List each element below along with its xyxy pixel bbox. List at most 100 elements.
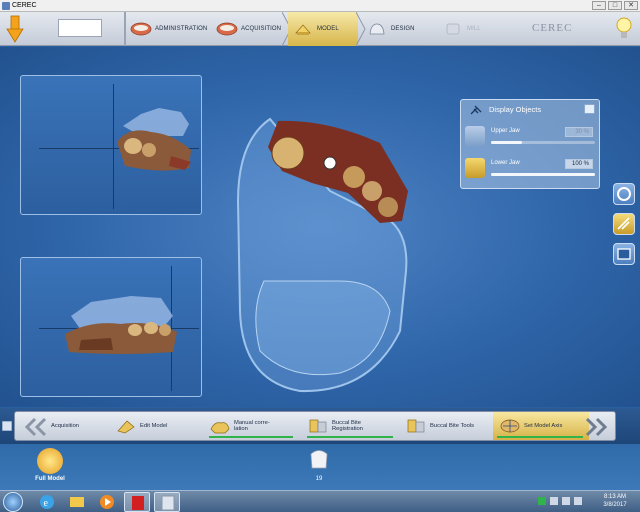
- close-button[interactable]: ✕: [624, 1, 638, 10]
- workflow-bar: Acquisition Edit Model Manual corre- lat…: [0, 408, 640, 444]
- rotate-view-icon: [617, 187, 631, 201]
- start-button[interactable]: [3, 492, 23, 512]
- tab-mill: MILL: [442, 12, 502, 46]
- screenshot-button[interactable]: [613, 243, 635, 265]
- full-model-label: Full Model: [35, 476, 65, 482]
- model-workspace[interactable]: Display Objects Upper Jaw 30 % Lower Jaw…: [0, 47, 640, 407]
- side-view-panel[interactable]: [20, 75, 202, 215]
- workflow-step-manual-correlation[interactable]: Manual corre- lation: [205, 412, 299, 440]
- screenshot-icon: [617, 248, 631, 260]
- collapse-panel-button[interactable]: [584, 104, 595, 114]
- 3d-model-view[interactable]: [230, 111, 420, 401]
- lower-jaw-opacity-slider[interactable]: [491, 173, 595, 176]
- upper-jaw-opacity-value[interactable]: 30 %: [565, 127, 593, 137]
- step-complete-indicator: [307, 436, 393, 438]
- cerec-app-icon: [2, 2, 10, 10]
- minimize-button[interactable]: –: [592, 1, 606, 10]
- workflow-pin-toggle[interactable]: [2, 421, 12, 431]
- tooth-19-button[interactable]: 19: [304, 448, 334, 488]
- front-view-panel[interactable]: [20, 257, 202, 397]
- volume-tray-icon[interactable]: [574, 497, 582, 505]
- tab-administration-label: ADMINISTRATION: [155, 26, 208, 32]
- clock-date: 3/8/2017: [603, 502, 627, 508]
- lower-jaw-label: Lower Jaw: [491, 160, 520, 166]
- buccal-bite-registration-icon: [309, 419, 327, 433]
- nav-divider: [124, 12, 126, 46]
- chevron-right-icon: [356, 12, 366, 46]
- jaw-front-view-image: [65, 296, 177, 354]
- workflow-step-acquisition-label: Acquisition: [51, 423, 80, 429]
- window-title: CEREC: [12, 2, 37, 9]
- workflow-step-set-model-axis[interactable]: Set Model Axis: [493, 412, 589, 440]
- upper-jaw-opacity-slider[interactable]: [491, 141, 595, 144]
- maximize-button[interactable]: □: [608, 1, 622, 10]
- design-icon: [369, 23, 385, 35]
- workflow-step-buccal-bite-registration[interactable]: Buccal Bite Registration: [303, 412, 399, 440]
- jaw-side-view-image: [117, 108, 191, 171]
- tab-design[interactable]: DESIGN: [366, 12, 426, 46]
- pin-icon[interactable]: [469, 104, 483, 116]
- full-model-button[interactable]: Full Model: [33, 446, 67, 488]
- tab-acquisition[interactable]: ACQUISITION: [216, 12, 282, 46]
- tab-mill-label: MILL: [467, 26, 481, 32]
- patient-name-field[interactable]: [58, 19, 102, 37]
- rotate-view-button[interactable]: [613, 183, 635, 205]
- explorer-icon[interactable]: [64, 492, 90, 512]
- workflow-step-edit-model[interactable]: Edit Model: [111, 412, 203, 440]
- phase-navigation-bar: ADMINISTRATION ACQUISITION MODEL DESIGN …: [0, 12, 640, 46]
- window-controls: – □ ✕: [592, 1, 638, 10]
- lower-jaw-icon[interactable]: [465, 158, 485, 178]
- pdf-glyph: [132, 496, 144, 510]
- manual-correlation-icon: [210, 422, 230, 434]
- edit-model-icon: [117, 420, 135, 434]
- administration-icon: [130, 22, 152, 36]
- tab-administration[interactable]: ADMINISTRATION: [130, 12, 210, 46]
- workflow-step-buccal-bite-tools-label: Buccal Bite Tools: [430, 423, 475, 429]
- tooth-icon: [310, 450, 328, 469]
- svg-text:e: e: [44, 498, 49, 509]
- signal-tray-icon[interactable]: [562, 497, 570, 505]
- workflow-step-edit-model-label: Edit Model: [140, 423, 168, 429]
- ie-icon[interactable]: e: [34, 492, 60, 512]
- lightbulb-icon[interactable]: [616, 16, 632, 42]
- flag-tray-icon[interactable]: [550, 497, 558, 505]
- pdf-reader-icon[interactable]: [124, 492, 150, 512]
- tab-design-label: DESIGN: [391, 26, 415, 32]
- workflow-step-acquisition[interactable]: Acquisition: [51, 412, 111, 440]
- mill-icon: [446, 23, 460, 35]
- network-tray-icon[interactable]: [538, 497, 546, 505]
- next-step-button[interactable]: [583, 417, 611, 437]
- workflow-step-manual-correlation-label: Manual corre- lation: [234, 420, 270, 432]
- upper-jaw-row[interactable]: Upper Jaw 30 %: [465, 126, 597, 152]
- previous-step-button[interactable]: [21, 417, 49, 437]
- lower-jaw-opacity-value[interactable]: 100 %: [565, 159, 593, 169]
- buccal-bite-tools-icon: [407, 419, 425, 433]
- clock-time: 8:13 AM: [603, 494, 626, 500]
- model-icon: [295, 24, 311, 35]
- windows-taskbar: e 8:13 AM 3/8/2017: [0, 490, 640, 512]
- workflow-step-buccal-bite-tools[interactable]: Buccal Bite Tools: [401, 412, 493, 440]
- cerec-logo: CEREC: [532, 22, 573, 34]
- cerec-glyph: [161, 495, 175, 511]
- tab-model[interactable]: MODEL: [288, 12, 358, 46]
- upper-jaw-icon[interactable]: [465, 126, 485, 146]
- lower-jaw-slider-fill: [491, 173, 595, 176]
- folder-glyph: [70, 497, 84, 507]
- workflow-steps: Acquisition Edit Model Manual corre- lat…: [14, 411, 616, 441]
- ie-glyph: e: [40, 495, 54, 509]
- measure-tool-button[interactable]: [613, 213, 635, 235]
- acquisition-icon: [216, 22, 238, 36]
- workflow-step-set-model-axis-label: Set Model Axis: [524, 423, 563, 429]
- cerec-app-icon[interactable]: [154, 492, 180, 512]
- media-player-icon[interactable]: [94, 492, 120, 512]
- step-complete-indicator: [209, 436, 293, 438]
- media-glyph: [100, 495, 114, 509]
- taskbar-clock[interactable]: 8:13 AM 3/8/2017: [596, 493, 634, 509]
- back-arrow-icon[interactable]: [6, 15, 24, 43]
- upper-jaw-label: Upper Jaw: [491, 128, 520, 134]
- tooth-number-label: 19: [315, 476, 323, 482]
- upper-jaw-slider-fill: [491, 141, 523, 144]
- window-titlebar: CEREC – □ ✕: [0, 0, 640, 12]
- lower-jaw-row[interactable]: Lower Jaw 100 %: [465, 158, 597, 184]
- tab-model-label: MODEL: [317, 26, 339, 32]
